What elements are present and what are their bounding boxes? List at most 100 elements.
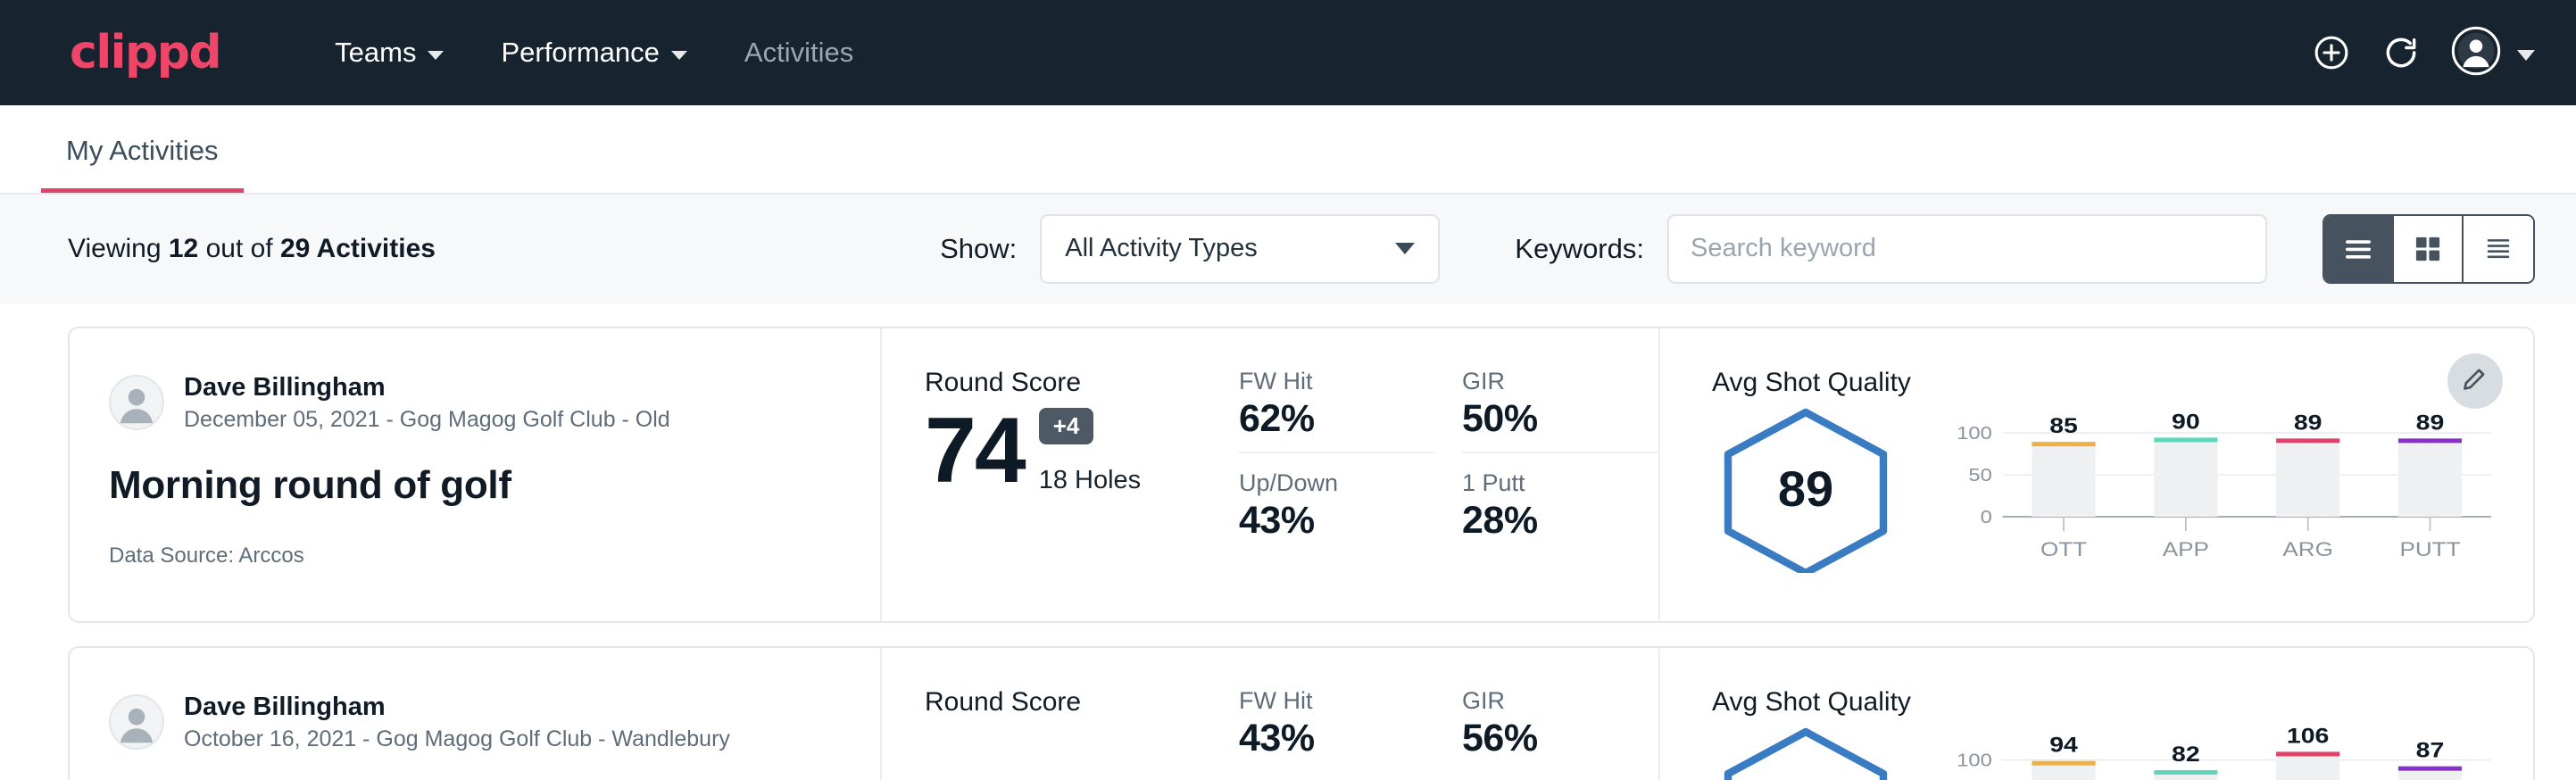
keywords-label: Keywords: xyxy=(1515,233,1644,265)
filter-controls: Show: All Activity Types Keywords: xyxy=(940,214,2267,284)
svg-text:PUTT: PUTT xyxy=(2399,538,2460,560)
svg-text:OTT: OTT xyxy=(2040,538,2087,560)
list-view-button[interactable] xyxy=(2324,216,2394,282)
round-score-section: Round Score xyxy=(882,648,1239,780)
quality-hexagon xyxy=(1712,723,1899,780)
round-stats-grid: FW Hit 62% GIR 50% Up/Down 43% 1 Putt 28… xyxy=(1239,328,1658,621)
avg-shot-quality-label: Avg Shot Quality xyxy=(1712,368,2497,398)
avg-shot-quality-label: Avg Shot Quality xyxy=(1712,687,2497,718)
round-score-value: 74 xyxy=(925,407,1025,495)
activity-type-select-value: All Activity Types xyxy=(1065,234,1257,263)
viewing-count-text: Viewing 12 out of 29 Activities xyxy=(68,234,436,264)
svg-text:ARG: ARG xyxy=(2282,538,2332,560)
stat-gir-value: 50% xyxy=(1462,397,1658,441)
chevron-down-icon xyxy=(428,51,444,60)
svg-text:100: 100 xyxy=(1957,750,1992,770)
svg-text:94: 94 xyxy=(2049,732,2078,756)
quality-hexagon-value xyxy=(1712,723,1899,780)
nav-item-activities[interactable]: Activities xyxy=(716,37,882,69)
search-input[interactable] xyxy=(1667,214,2267,284)
compact-view-button[interactable] xyxy=(2464,216,2533,282)
stat-up-down: Up/Down 43% xyxy=(1239,469,1435,553)
svg-text:89: 89 xyxy=(2294,410,2323,434)
chevron-down-icon xyxy=(1395,243,1415,254)
shot-quality-bar-chart: 05010094OTT82APP106ARG87PUTT xyxy=(1948,726,2497,780)
nav-actions xyxy=(2312,26,2535,80)
nav-item-activities-label: Activities xyxy=(744,37,853,69)
activity-author: Dave Billingham December 05, 2021 - Gog … xyxy=(109,371,841,433)
activity-data-source: Data Source: Arccos xyxy=(109,544,841,568)
stat-fw-hit: FW Hit 62% xyxy=(1239,368,1435,453)
refresh-icon[interactable] xyxy=(2381,33,2421,72)
bar-chart-svg: 05010085OTT90APP89ARG89PUTT xyxy=(1948,406,2497,567)
stat-one-putt-label: 1 Putt xyxy=(1462,469,1658,497)
holes-count: 18 Holes xyxy=(1039,466,1141,495)
show-label: Show: xyxy=(940,233,1017,265)
avatar xyxy=(109,375,164,430)
viewing-count: 12 xyxy=(169,234,198,263)
round-score-value-row: 74 +4 18 Holes xyxy=(925,407,1239,495)
activity-type-select[interactable]: All Activity Types xyxy=(1040,214,1440,284)
activity-card[interactable]: Dave Billingham October 16, 2021 - Gog M… xyxy=(68,646,2535,780)
plus-circle-icon[interactable] xyxy=(2312,33,2351,72)
svg-text:82: 82 xyxy=(2172,742,2200,766)
shot-quality-bar-chart: 05010085OTT90APP89ARG89PUTT xyxy=(1948,406,2497,571)
svg-text:50: 50 xyxy=(1968,464,1991,485)
viewing-prefix: Viewing xyxy=(68,234,169,263)
stat-gir-value: 56% xyxy=(1462,717,1658,760)
svg-text:85: 85 xyxy=(2049,413,2078,437)
author-name: Dave Billingham xyxy=(184,371,670,403)
bar-chart-svg: 05010094OTT82APP106ARG87PUTT xyxy=(1948,726,2497,780)
round-stats-grid: FW Hit 43% GIR 56% xyxy=(1239,648,1658,780)
activity-list: Dave Billingham December 05, 2021 - Gog … xyxy=(0,303,2576,780)
activity-summary: Dave Billingham December 05, 2021 - Gog … xyxy=(70,328,882,621)
stat-gir-label: GIR xyxy=(1462,368,1658,395)
stat-gir: GIR 56% xyxy=(1462,687,1658,771)
quality-hexagon: 89 xyxy=(1712,403,1899,573)
nav-item-performance-label: Performance xyxy=(501,37,659,69)
tab-my-activities-label: My Activities xyxy=(66,135,219,166)
stat-fw-hit-label: FW Hit xyxy=(1239,368,1435,395)
stat-fw-hit-value: 43% xyxy=(1239,717,1435,760)
stat-fw-hit-value: 62% xyxy=(1239,397,1435,441)
viewing-middle: out of xyxy=(198,234,280,263)
account-menu[interactable] xyxy=(2451,26,2535,80)
chevron-down-icon xyxy=(2517,50,2535,61)
nav-item-teams[interactable]: Teams xyxy=(306,37,472,69)
chevron-down-icon xyxy=(671,51,687,60)
round-score-section: Round Score 74 +4 18 Holes xyxy=(882,328,1239,621)
round-score-label: Round Score xyxy=(925,368,1239,398)
view-mode-toggle xyxy=(2323,214,2535,284)
tab-bar: My Activities xyxy=(0,105,2576,195)
svg-text:90: 90 xyxy=(2172,409,2200,433)
avatar xyxy=(109,694,164,750)
stat-gir: GIR 50% xyxy=(1462,368,1658,453)
viewing-total: 29 Activities xyxy=(280,234,436,263)
activity-meta: October 16, 2021 - Gog Magog Golf Club -… xyxy=(184,726,730,752)
svg-text:87: 87 xyxy=(2416,737,2445,761)
tab-my-activities[interactable]: My Activities xyxy=(41,135,244,193)
account-avatar-icon xyxy=(2451,26,2501,80)
edit-activity-button[interactable] xyxy=(2447,353,2503,413)
activity-meta: December 05, 2021 - Gog Magog Golf Club … xyxy=(184,407,670,433)
author-name: Dave Billingham xyxy=(184,691,730,723)
svg-text:89: 89 xyxy=(2416,410,2445,434)
stat-fw-hit-label: FW Hit xyxy=(1239,687,1435,715)
svg-text:106: 106 xyxy=(2287,726,2329,748)
nav-item-performance[interactable]: Performance xyxy=(472,37,715,69)
stat-gir-label: GIR xyxy=(1462,687,1658,715)
activity-author: Dave Billingham October 16, 2021 - Gog M… xyxy=(109,691,841,752)
stat-fw-hit: FW Hit 43% xyxy=(1239,687,1435,771)
svg-text:APP: APP xyxy=(2163,538,2209,560)
nav-item-teams-label: Teams xyxy=(335,37,416,69)
primary-nav: Teams Performance Activities xyxy=(306,37,882,69)
clippd-logo[interactable]: clippd xyxy=(70,29,220,76)
stat-up-down-value: 43% xyxy=(1239,499,1435,543)
round-score-label: Round Score xyxy=(925,687,1239,718)
grid-view-button[interactable] xyxy=(2394,216,2464,282)
filter-bar: Viewing 12 out of 29 Activities Show: Al… xyxy=(0,195,2576,303)
score-differential-badge: +4 xyxy=(1039,408,1094,444)
svg-text:100: 100 xyxy=(1957,422,1992,443)
stat-one-putt-value: 28% xyxy=(1462,499,1658,543)
activity-card[interactable]: Dave Billingham December 05, 2021 - Gog … xyxy=(68,327,2535,623)
